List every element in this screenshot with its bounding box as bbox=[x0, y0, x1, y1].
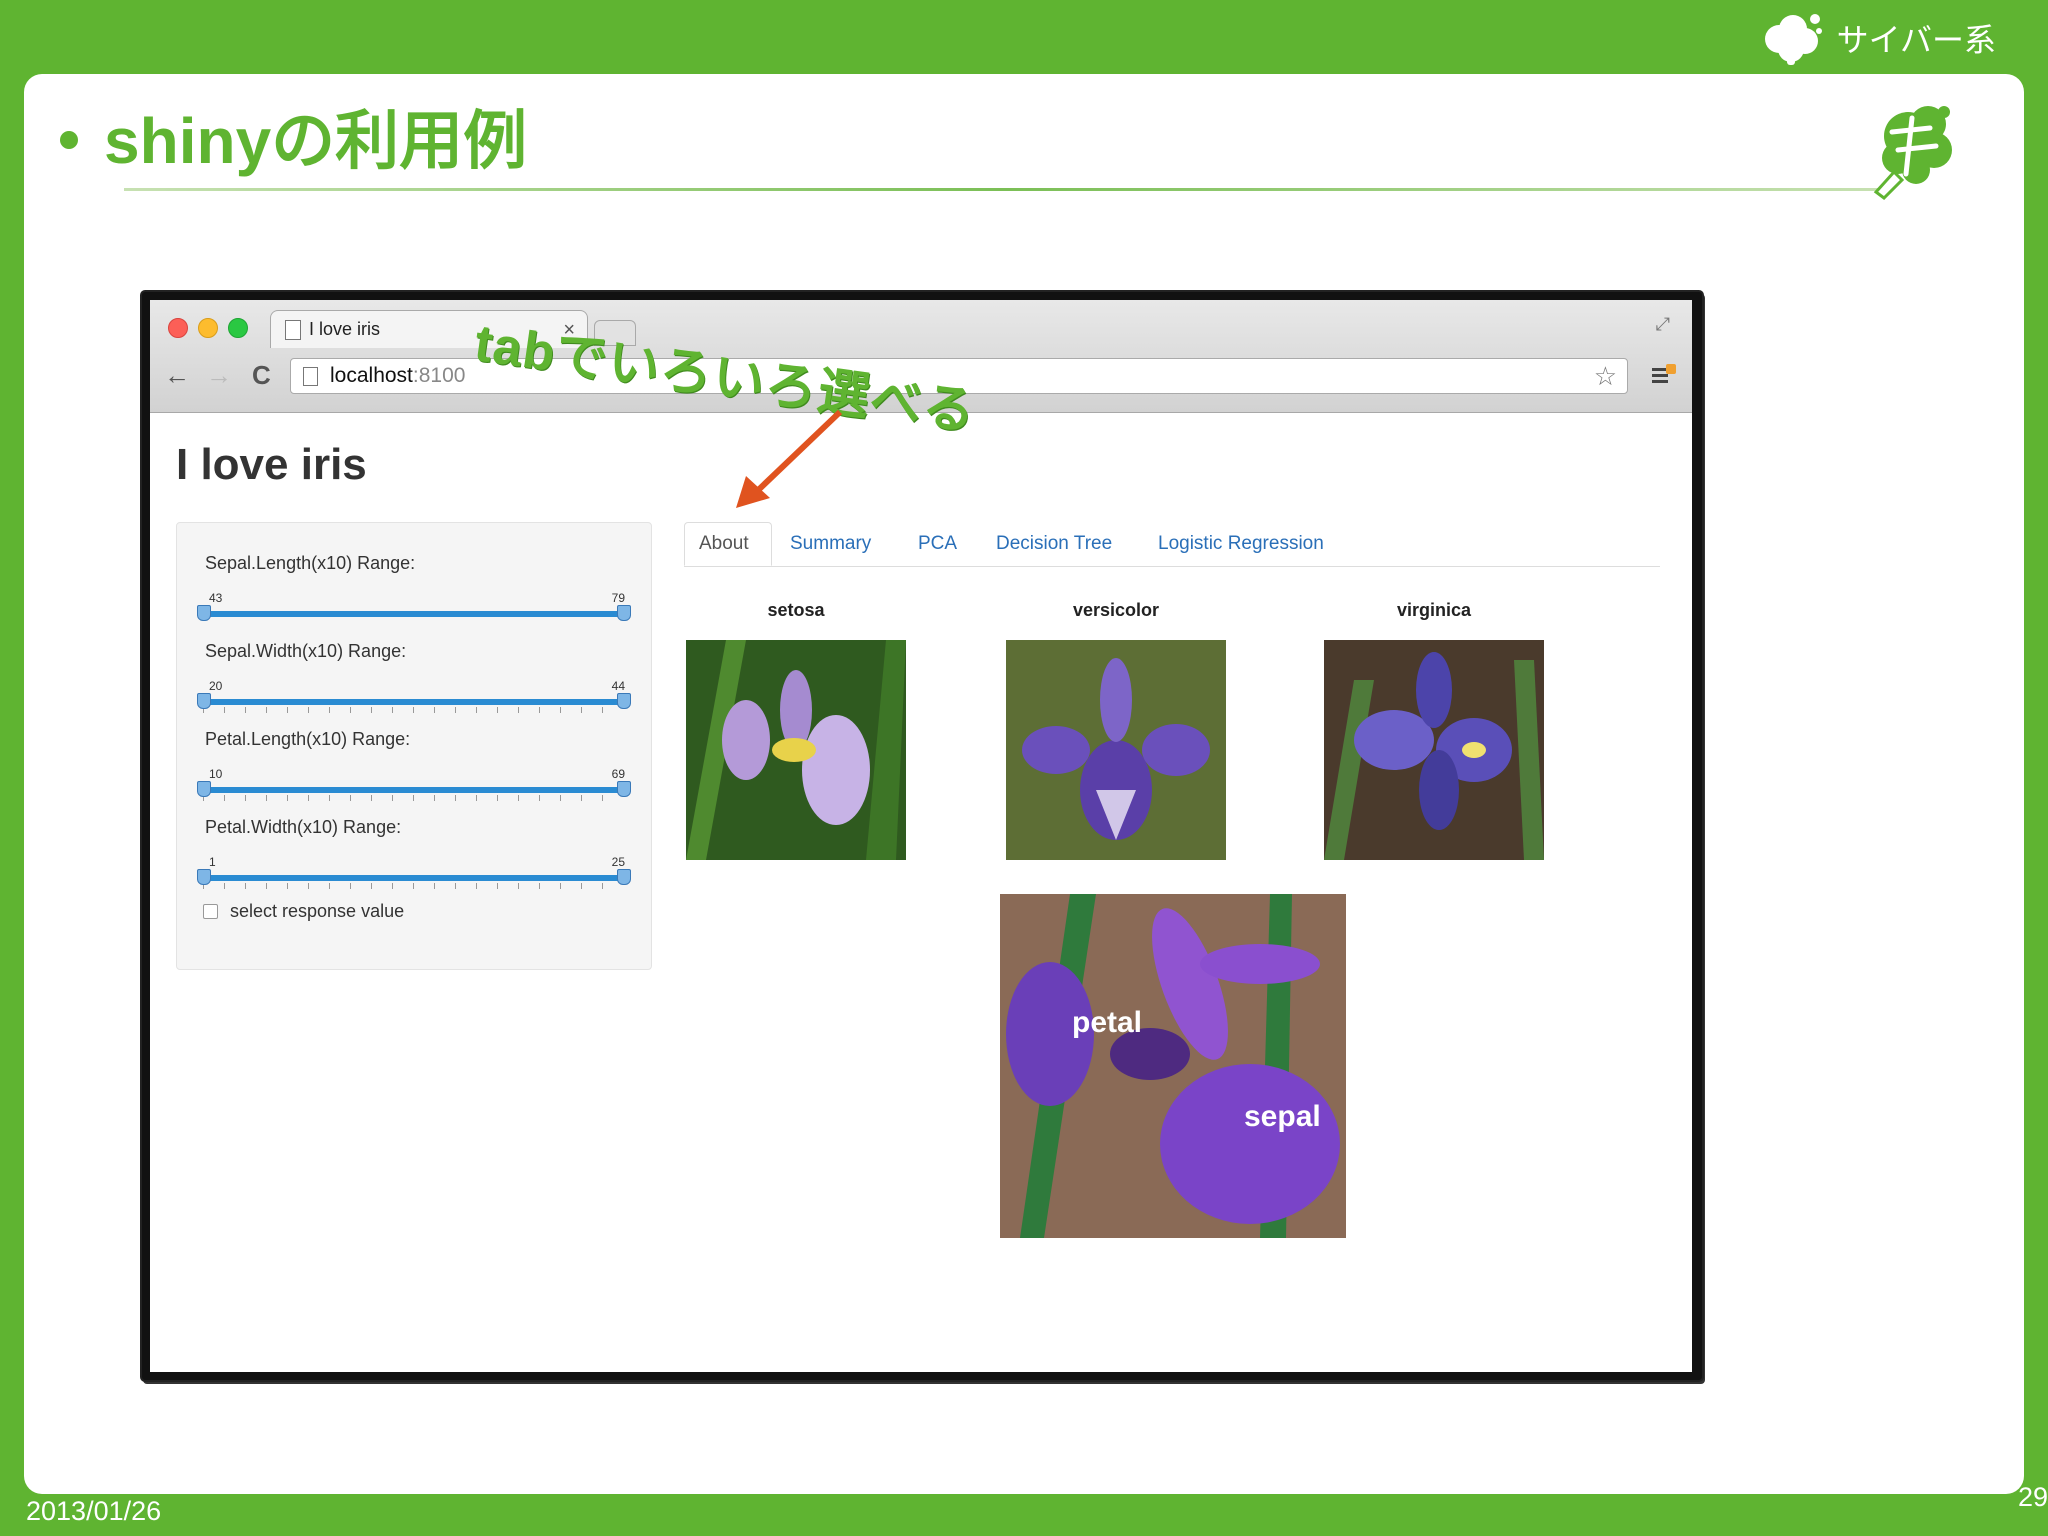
close-window-button[interactable] bbox=[168, 318, 188, 338]
tab-summary[interactable]: Summary bbox=[776, 522, 885, 566]
slider-handle-high[interactable] bbox=[617, 781, 631, 797]
slider-track[interactable] bbox=[203, 875, 623, 881]
slider-track[interactable] bbox=[203, 611, 623, 617]
slide-title: shinyの利用例 bbox=[60, 96, 527, 177]
url-host: localhost bbox=[330, 364, 413, 387]
brand-text: サイバー系 bbox=[1836, 22, 1996, 58]
menu-icon[interactable] bbox=[1652, 364, 1676, 391]
petal-label: petal bbox=[1072, 1006, 1142, 1039]
slider-ticks bbox=[203, 707, 623, 713]
slider-handle-high[interactable] bbox=[617, 693, 631, 709]
response-checkbox-row[interactable]: select response value bbox=[203, 901, 404, 922]
slider-min-value: 10 bbox=[209, 767, 223, 781]
slider-max-value: 79 bbox=[611, 591, 625, 605]
browser-tab-title: I love iris bbox=[309, 319, 381, 339]
slider-handle-low[interactable] bbox=[197, 781, 211, 797]
slider-track[interactable] bbox=[203, 699, 623, 705]
fullscreen-icon[interactable]: ⤢ bbox=[1656, 314, 1670, 335]
slide-title-text: shinyの利用例 bbox=[104, 105, 528, 177]
brand-header: サイバー系 bbox=[1759, 10, 1996, 66]
checkbox-label: select response value bbox=[230, 901, 405, 921]
bookmark-star-icon[interactable]: ☆ bbox=[1594, 361, 1617, 392]
slider-min-value: 43 bbox=[209, 591, 223, 605]
title-underline bbox=[124, 188, 1884, 191]
reload-button[interactable]: C bbox=[252, 360, 271, 391]
slider-handle-low[interactable] bbox=[197, 693, 211, 709]
slider-track[interactable] bbox=[203, 787, 623, 793]
slider-handle-low[interactable] bbox=[197, 869, 211, 885]
species-label-versicolor: versicolor bbox=[1072, 600, 1160, 620]
slider-ticks bbox=[203, 883, 623, 889]
sidebar-panel: Sepal.Length(x10) Range: 43 79 Sepal.Width(… bbox=[176, 522, 652, 970]
iris-anatomy-photo: petal sepal bbox=[1000, 894, 1346, 1238]
slider-label: Petal.Width(x10) Range: bbox=[205, 817, 402, 837]
annotation-arrow-icon bbox=[736, 409, 843, 508]
slider-label: Petal.Length(x10) Range: bbox=[205, 729, 411, 749]
zoom-window-button[interactable] bbox=[228, 318, 248, 338]
slider-min-value: 1 bbox=[209, 855, 216, 869]
back-button[interactable]: ← bbox=[164, 360, 190, 391]
slider-max-value: 44 bbox=[611, 679, 625, 693]
browser-screenshot: I love iris × ⤢ ← → C localhost :8100 ☆ … bbox=[150, 300, 1692, 1372]
species-label-setosa: setosa bbox=[767, 600, 825, 620]
slider-label: Sepal.Length(x10) Range: bbox=[205, 553, 416, 573]
tab-about[interactable]: About bbox=[684, 522, 772, 566]
virginica-photo bbox=[1324, 640, 1544, 860]
tab-logistic-regression[interactable]: Logistic Regression bbox=[1144, 522, 1338, 566]
tab-pca[interactable]: PCA bbox=[904, 522, 971, 566]
page-number: 29 bbox=[2017, 1482, 2048, 1512]
slider-handle-high[interactable] bbox=[617, 605, 631, 621]
page-icon bbox=[285, 319, 301, 340]
sepal-label: sepal bbox=[1244, 1100, 1321, 1133]
response-checkbox[interactable] bbox=[203, 904, 218, 919]
url-port: :8100 bbox=[412, 364, 466, 387]
versicolor-photo bbox=[1006, 640, 1226, 860]
app-title: I love iris bbox=[176, 440, 367, 489]
slider-max-value: 69 bbox=[611, 767, 625, 781]
slide-date: 2013/01/26 bbox=[26, 1496, 162, 1526]
slider-label: Sepal.Width(x10) Range: bbox=[205, 641, 407, 661]
slider-max-value: 25 bbox=[611, 855, 625, 869]
slider-handle-low[interactable] bbox=[197, 605, 211, 621]
cloud-logo-icon bbox=[1759, 9, 1825, 67]
page-icon bbox=[303, 366, 318, 386]
tab-bar: About Summary PCA Decision Tree Logistic… bbox=[684, 522, 1660, 567]
bullet-icon bbox=[60, 131, 78, 149]
slider-handle-high[interactable] bbox=[617, 869, 631, 885]
species-label-virginica: virginica bbox=[1396, 600, 1472, 620]
slider-min-value: 20 bbox=[209, 679, 223, 693]
setosa-photo bbox=[686, 640, 906, 860]
slider-ticks bbox=[203, 795, 623, 801]
forward-button[interactable]: → bbox=[206, 360, 232, 391]
tab-decision-tree[interactable]: Decision Tree bbox=[982, 522, 1126, 566]
minimize-window-button[interactable] bbox=[198, 318, 218, 338]
mascot-logo-icon bbox=[1858, 88, 1968, 213]
